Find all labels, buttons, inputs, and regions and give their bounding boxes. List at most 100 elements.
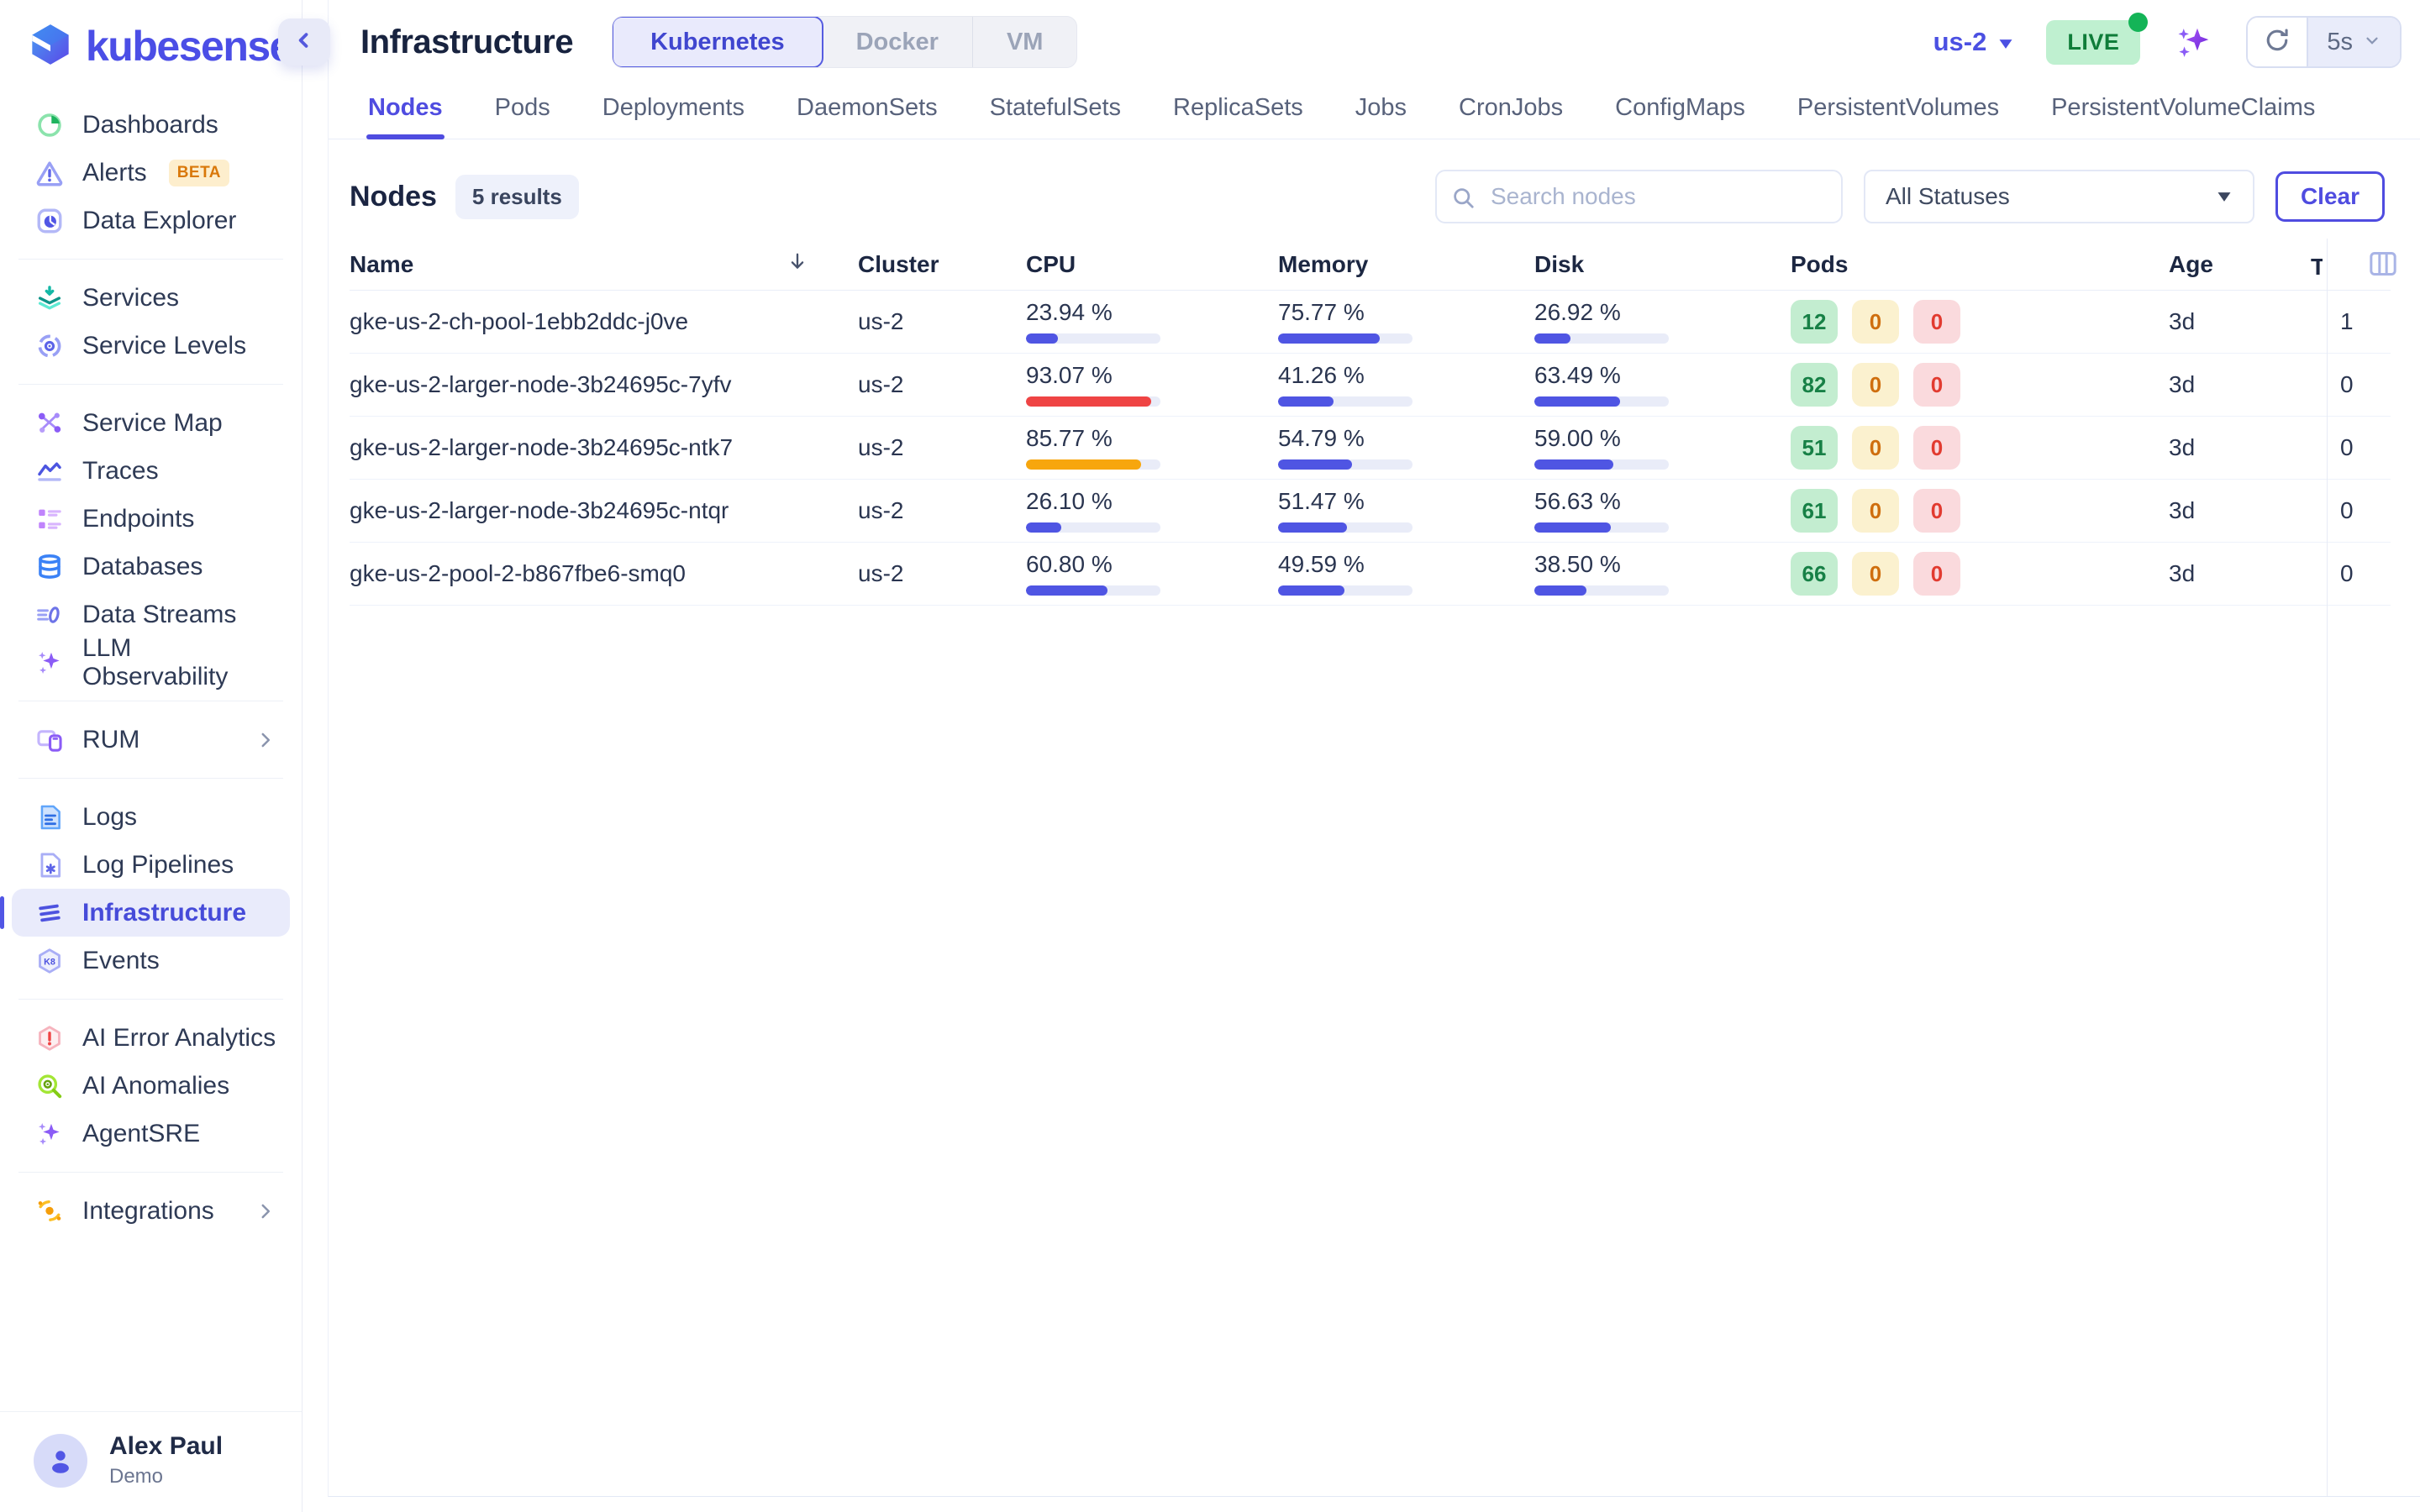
resource-tabbar: Nodes Pods Deployments DaemonSets StatefulSe…: [329, 84, 2420, 139]
column-header-age: Age: [2160, 251, 2328, 278]
sidebar-item-ai-anomalies[interactable]: AI Anomalies: [12, 1062, 290, 1110]
sidebar: kubesense DashboardsAlertsBETAData Explo…: [0, 0, 302, 1512]
status-filter-select[interactable]: All Statuses: [1864, 170, 2254, 223]
disk-bar: [1534, 396, 1669, 407]
sidebar-item-infrastructure[interactable]: Infrastructure: [12, 889, 290, 937]
beta-badge: BETA: [169, 160, 229, 186]
sidebar-item-services[interactable]: Services: [12, 274, 290, 322]
sidebar-item-label: AI Anomalies: [82, 1072, 229, 1100]
sidebar-item-traces[interactable]: Traces: [12, 447, 290, 495]
region-selector[interactable]: us-2: [1933, 27, 2015, 57]
platform-tab-docker[interactable]: Docker: [823, 17, 973, 67]
refresh-interval-select[interactable]: 5s: [2308, 18, 2400, 66]
resource-tab-deployments[interactable]: Deployments: [601, 82, 746, 139]
disk-bar: [1534, 459, 1669, 470]
pods-pending-badge: 0: [1852, 300, 1899, 344]
column-header-label: Cluster: [858, 251, 939, 277]
overflow-cell: 0: [2328, 371, 2391, 398]
user-role: Demo: [109, 1465, 223, 1488]
ai-sparkles-button[interactable]: [2172, 21, 2214, 63]
sidebar-divider: [18, 778, 283, 779]
sidebar-item-endpoints[interactable]: Endpoints: [12, 495, 290, 543]
sidebar-item-integrations[interactable]: Integrations: [12, 1187, 290, 1235]
resource-tab-nodes[interactable]: Nodes: [366, 82, 445, 139]
sidebar-item-rum[interactable]: RUM: [12, 716, 290, 764]
live-toggle[interactable]: LIVE: [2046, 20, 2140, 65]
pods-failed-badge: 0: [1913, 363, 1960, 407]
node-name: gke-us-2-ch-pool-1ebb2ddc-j0ve: [350, 308, 858, 335]
app-logo[interactable]: kubesense: [0, 0, 302, 71]
sidebar-item-label: LLM Observability: [82, 634, 276, 691]
sidebar-item-events[interactable]: K8Events: [12, 937, 290, 984]
sidebar-item-label: Data Streams: [82, 601, 236, 629]
resource-tab-persistentvolumeclaims[interactable]: PersistentVolumeClaims: [2049, 82, 2317, 139]
events-icon: K8: [35, 947, 64, 975]
column-picker-icon[interactable]: [2366, 247, 2400, 285]
sort-descending-icon[interactable]: [786, 249, 809, 279]
pods-pending-badge: 0: [1852, 489, 1899, 533]
table-row[interactable]: gke-us-2-larger-node-3b24695c-ntk7us-285…: [350, 417, 2391, 480]
services-icon: [35, 284, 64, 312]
table-row[interactable]: gke-us-2-larger-node-3b24695c-7yfvus-293…: [350, 354, 2391, 417]
disk-bar: [1534, 585, 1669, 596]
platform-tab-kubernetes[interactable]: Kubernetes: [612, 16, 823, 68]
sidebar-item-agentsre[interactable]: AgentSRE: [12, 1110, 290, 1158]
pods-pending-badge: 0: [1852, 552, 1899, 596]
memory-value: 54.79 %: [1278, 427, 1534, 450]
sidebar-item-label: AI Error Analytics: [82, 1024, 276, 1053]
resource-tab-pods[interactable]: Pods: [493, 82, 552, 139]
sidebar-item-label: Log Pipelines: [82, 851, 234, 879]
rum-icon: [35, 726, 64, 754]
age-cell: 3d: [2160, 308, 2328, 335]
sidebar-collapse-button[interactable]: [278, 18, 330, 66]
pods-cell: 6600: [1791, 552, 2160, 596]
results-count-badge: 5 results: [455, 175, 579, 219]
column-header-name[interactable]: Name: [350, 249, 858, 279]
disk-cell: 56.63 %: [1534, 490, 1791, 533]
pinned-column-divider: [2327, 239, 2328, 1496]
platform-tab-vm[interactable]: VM: [973, 17, 1077, 67]
clear-filters-button[interactable]: Clear: [2275, 171, 2385, 222]
resource-tab-persistentvolumes[interactable]: PersistentVolumes: [1796, 82, 2001, 139]
table-row[interactable]: gke-us-2-pool-2-b867fbe6-smq0us-260.80 %…: [350, 543, 2391, 606]
sidebar-item-log-pipelines[interactable]: Log Pipelines: [12, 841, 290, 889]
resource-tab-statefulsets[interactable]: StatefulSets: [988, 82, 1123, 139]
memory-cell: 51.47 %: [1278, 490, 1534, 533]
sidebar-item-service-levels[interactable]: Service Levels: [12, 322, 290, 370]
sidebar-item-dashboards[interactable]: Dashboards: [12, 101, 290, 149]
node-name: gke-us-2-larger-node-3b24695c-ntqr: [350, 497, 858, 524]
age-cell: 3d: [2160, 434, 2328, 461]
sidebar-item-label: Endpoints: [82, 505, 194, 533]
column-header-cluster: Cluster: [858, 251, 1026, 278]
pods-running-badge: 82: [1791, 363, 1838, 407]
disk-value: 38.50 %: [1534, 553, 1791, 576]
sidebar-divider: [18, 259, 283, 260]
pods-failed-badge: 0: [1913, 552, 1960, 596]
sidebar-item-label: Service Levels: [82, 332, 246, 360]
sidebar-item-logs[interactable]: Logs: [12, 793, 290, 841]
page-title: Infrastructure: [360, 24, 573, 61]
resource-tab-daemonsets[interactable]: DaemonSets: [795, 82, 939, 139]
resource-tab-jobs[interactable]: Jobs: [1354, 82, 1408, 139]
refresh-button[interactable]: [2248, 18, 2308, 66]
user-profile[interactable]: Alex Paul Demo: [0, 1411, 302, 1512]
sidebar-item-alerts[interactable]: AlertsBETA: [12, 149, 290, 197]
table-row[interactable]: gke-us-2-larger-node-3b24695c-ntqrus-226…: [350, 480, 2391, 543]
sidebar-item-data-explorer[interactable]: Data Explorer: [12, 197, 290, 244]
sidebar-item-databases[interactable]: Databases: [12, 543, 290, 591]
sidebar-item-service-map[interactable]: Service Map: [12, 399, 290, 447]
pods-failed-badge: 0: [1913, 300, 1960, 344]
sidebar-item-data-streams[interactable]: Data Streams: [12, 591, 290, 638]
sidebar-item-label: Traces: [82, 457, 159, 486]
search-input[interactable]: [1435, 170, 1843, 223]
resource-tab-configmaps[interactable]: ConfigMaps: [1613, 82, 1747, 139]
resource-tab-cronjobs[interactable]: CronJobs: [1457, 82, 1565, 139]
resource-tab-replicasets[interactable]: ReplicaSets: [1171, 82, 1305, 139]
pods-running-badge: 51: [1791, 426, 1838, 470]
sidebar-item-llm-observability[interactable]: LLM Observability: [12, 638, 290, 686]
cpu-cell: 26.10 %: [1026, 490, 1278, 533]
table-row[interactable]: gke-us-2-ch-pool-1ebb2ddc-j0veus-223.94 …: [350, 291, 2391, 354]
column-header-label: Age: [2169, 251, 2213, 277]
sidebar-item-ai-error-analytics[interactable]: AI Error Analytics: [12, 1014, 290, 1062]
pods-cell: 5100: [1791, 426, 2160, 470]
